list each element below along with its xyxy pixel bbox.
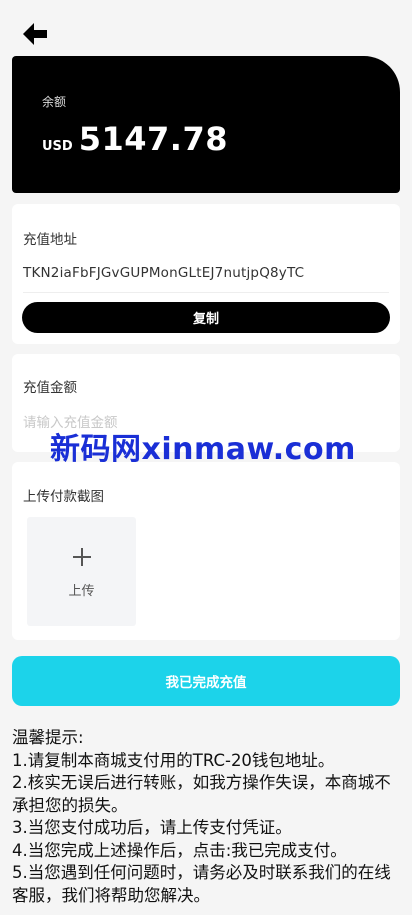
balance-card: 余额 USD 5147.78 (12, 56, 400, 193)
upload-button[interactable]: 上传 (27, 517, 136, 626)
wallet-address: TKN2iaFbFJGvGUPMonGLtEJ7nutjpQ8yTC (23, 265, 305, 281)
balance-label: 余额 (42, 95, 67, 109)
tips-section: 温馨提示: 1.请复制本商城支付用的TRC-20钱包地址。 2.核实无误后进行转… (12, 727, 402, 907)
tip-item: 1.请复制本商城支付用的TRC-20钱包地址。 (12, 750, 335, 770)
arrow-left-icon[interactable] (22, 22, 48, 46)
balance-value: USD 5147.78 (42, 120, 228, 158)
copy-button[interactable]: 复制 (22, 302, 390, 333)
divider (23, 292, 389, 293)
upload-card: 上传付款截图 上传 (12, 462, 400, 640)
upload-title: 上传付款截图 (23, 489, 104, 505)
amount-title: 充值金额 (23, 380, 77, 396)
tips-heading: 温馨提示: (12, 728, 84, 747)
top-bar (0, 0, 412, 54)
plus-icon (73, 548, 91, 566)
complete-recharge-button[interactable]: 我已完成充值 (12, 656, 400, 706)
balance-amount: 5147.78 (78, 120, 228, 158)
tip-item: 4.当您完成上述操作后，点击:我已完成支付。 (12, 840, 347, 860)
currency-label: USD (42, 139, 73, 154)
tip-item: 2.核实无误后进行转账，如我方操作失误，本商城不承担您的损失。 (12, 773, 391, 815)
upload-label: 上传 (68, 584, 95, 599)
tip-item: 5.当您遇到任何问题时，请务必及时联系我们的在线客服，我们将帮助您解决。 (12, 863, 391, 905)
address-title: 充值地址 (23, 232, 77, 248)
tip-item: 3.当您支付成功后，请上传支付凭证。 (12, 818, 292, 837)
address-card: 充值地址 TKN2iaFbFJGvGUPMonGLtEJ7nutjpQ8yTC … (12, 204, 400, 344)
